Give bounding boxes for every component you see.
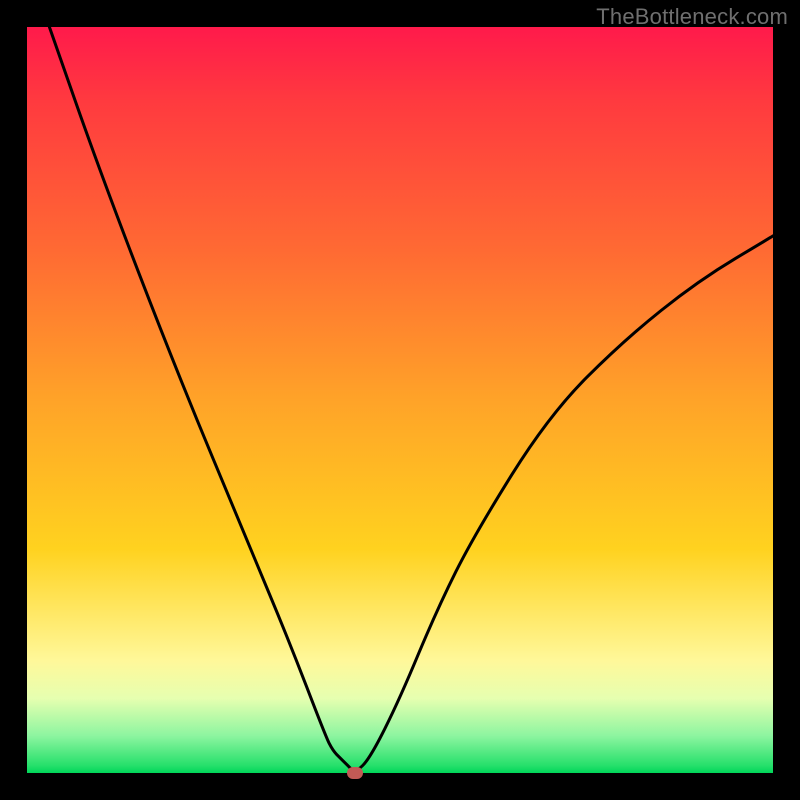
chart-line-path bbox=[49, 27, 773, 771]
chart-frame: TheBottleneck.com bbox=[0, 0, 800, 800]
watermark-text: TheBottleneck.com bbox=[596, 4, 788, 30]
chart-line bbox=[27, 27, 773, 773]
chart-plot-area bbox=[27, 27, 773, 773]
chart-marker bbox=[347, 767, 363, 779]
